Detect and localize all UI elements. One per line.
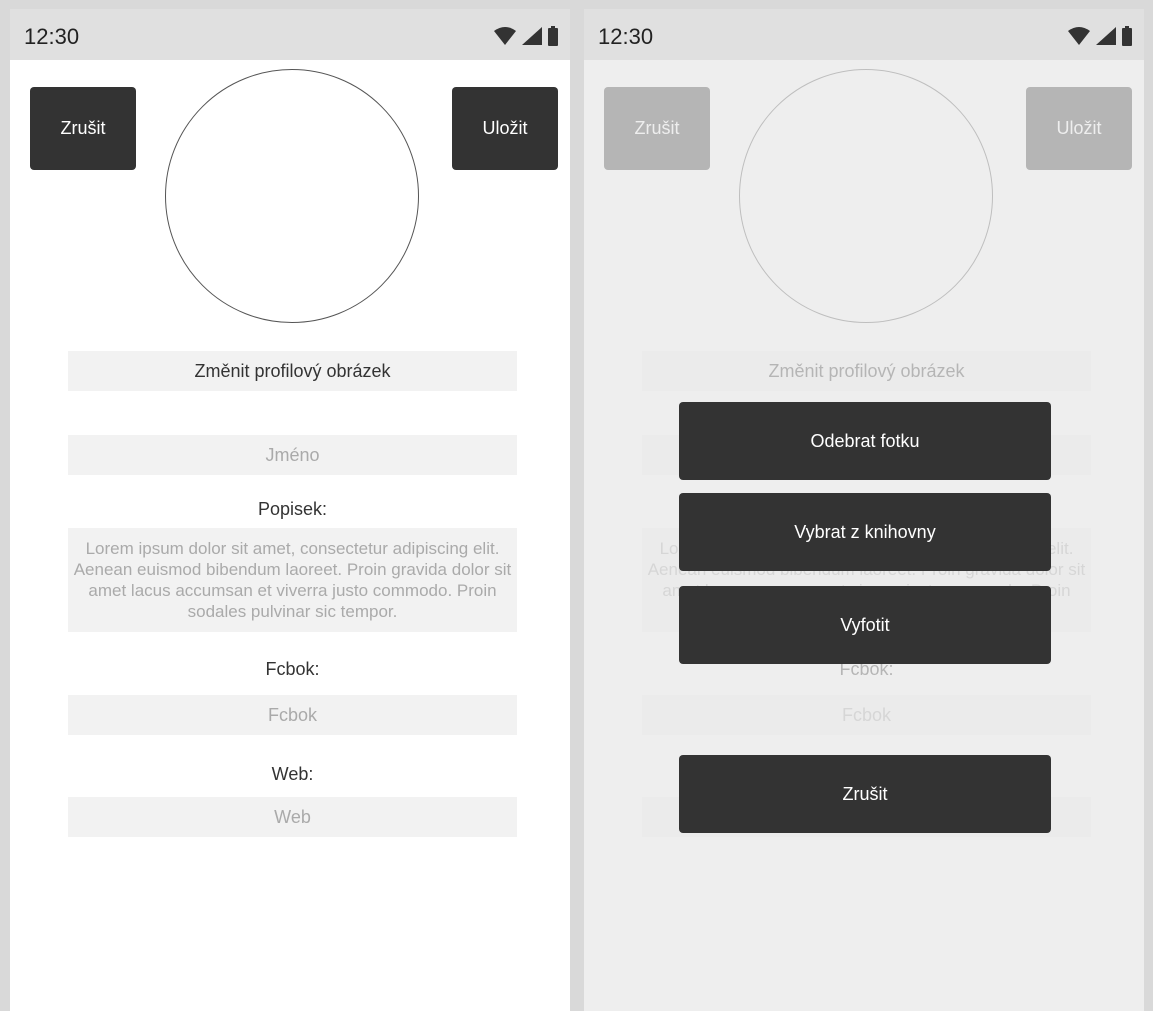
- cancel-button[interactable]: Zrušit: [30, 87, 136, 170]
- take-photo-button[interactable]: Vyfotit: [679, 586, 1051, 664]
- status-time: 12:30: [598, 24, 654, 49]
- battery-icon: [1122, 26, 1132, 46]
- status-bar: 12:30: [10, 9, 570, 60]
- battery-icon: [548, 26, 558, 46]
- status-icons: [494, 26, 558, 46]
- signal-icon: [1096, 27, 1116, 45]
- description-label: Popisek:: [257, 499, 328, 519]
- save-button[interactable]: Uložit: [452, 87, 558, 170]
- fcbok-label: Fcbok:: [265, 659, 320, 679]
- wifi-icon: [1068, 27, 1090, 45]
- action-sheet-cancel-button[interactable]: Zrušit: [679, 755, 1051, 833]
- signal-icon: [522, 27, 542, 45]
- change-photo-button[interactable]: Změnit profilový obrázek: [68, 351, 517, 391]
- remove-photo-button[interactable]: Odebrat fotku: [679, 402, 1051, 480]
- wifi-icon: [494, 27, 516, 45]
- web-label: Web:: [271, 764, 314, 784]
- avatar[interactable]: [165, 69, 419, 323]
- status-bar: 12:30: [584, 9, 1144, 60]
- description-field[interactable]: Lorem ipsum dolor sit amet, consectetur …: [68, 528, 517, 632]
- fcbok-field[interactable]: Fcbok: [68, 695, 517, 735]
- status-icons: [1068, 26, 1132, 46]
- choose-from-library-button[interactable]: Vybrat z knihovny: [679, 493, 1051, 571]
- status-time: 12:30: [24, 24, 80, 49]
- name-field[interactable]: Jméno: [68, 435, 517, 475]
- profile-edit-screen-with-action-sheet: 12:30 Zrušit Uložit Změnit profilový obr…: [584, 9, 1144, 1011]
- web-field[interactable]: Web: [68, 797, 517, 837]
- profile-edit-screen: 12:30 Zrušit Uložit Změnit profilový obr…: [10, 9, 570, 1011]
